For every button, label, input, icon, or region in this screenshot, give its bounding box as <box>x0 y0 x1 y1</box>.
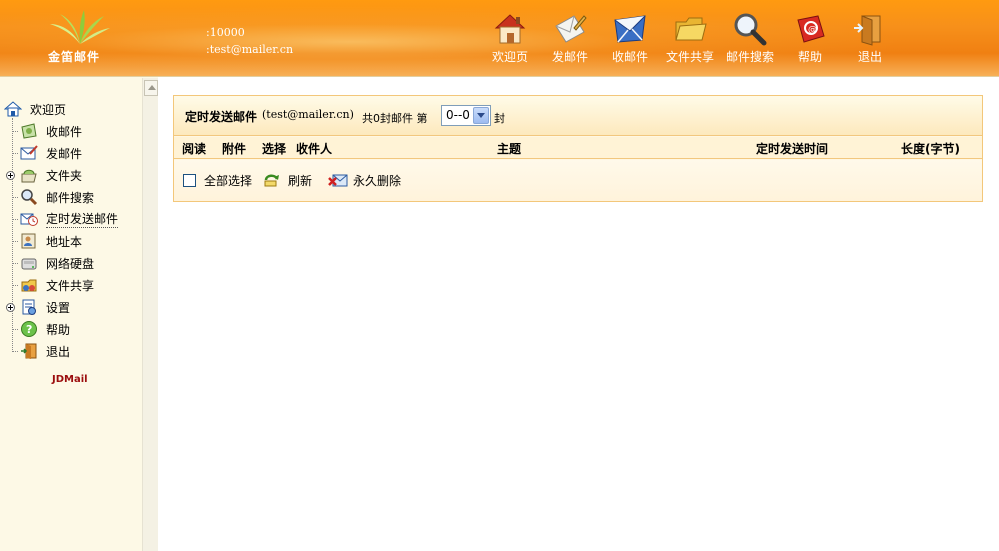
sidebar-item-inbox[interactable]: 收邮件 <box>20 120 82 142</box>
sidebar-item-label: 退出 <box>46 344 71 359</box>
exit-icon <box>852 12 888 46</box>
delete-mail-icon <box>328 173 348 188</box>
tree-branch <box>12 131 18 132</box>
sidebar-item-network-drive[interactable]: 网络硬盘 <box>20 252 94 274</box>
folder-icon <box>20 166 38 184</box>
tree-branch <box>12 351 18 352</box>
svg-text:@: @ <box>808 25 817 35</box>
page-select-value: 0--0 <box>446 108 470 122</box>
select-all-checkbox[interactable]: 全部选择 <box>183 172 252 189</box>
tree-branch <box>12 285 18 286</box>
tree-branch <box>12 263 18 264</box>
search-icon <box>732 12 768 46</box>
column-header-row: 阅读 附件 选择 收件人 主题 定时发送时间 长度(字节) <box>174 137 982 159</box>
footer-brand: JDMail <box>52 374 88 385</box>
refresh-icon <box>263 173 281 188</box>
user-info: :10000 :test@mailer.cn <box>206 24 293 58</box>
network-drive-icon <box>20 254 38 272</box>
expand-folders-icon[interactable] <box>6 171 15 180</box>
top-header: 金笛邮件 :10000 :test@mailer.cn 欢迎页 发邮件 收邮件 … <box>0 0 999 76</box>
file-share-icon <box>20 276 38 294</box>
action-bar: 全部选择 刷新 永久删除 <box>174 160 982 201</box>
sidebar-item-label: 定时发送邮件 <box>46 212 119 228</box>
column-select[interactable]: 选择 <box>262 140 286 157</box>
sidebar-item-compose[interactable]: 发邮件 <box>20 142 82 164</box>
svg-text:?: ? <box>26 323 32 336</box>
sidebar-item-label: 帮助 <box>46 322 71 337</box>
tree-branch <box>12 219 18 220</box>
delete-permanently-button[interactable]: 永久删除 <box>328 172 401 189</box>
sidebar-item-label: 欢迎页 <box>30 102 67 117</box>
user-id: :10000 <box>206 26 245 39</box>
sidebar-item-welcome[interactable]: 欢迎页 <box>3 98 67 120</box>
help-book-icon: @ <box>792 12 828 46</box>
sidebar-item-scheduled-mail[interactable]: 定时发送邮件 <box>20 208 119 230</box>
logo-text: 金笛邮件 <box>48 50 101 64</box>
sidebar-item-folders[interactable]: 文件夹 <box>20 164 82 186</box>
delete-label: 永久删除 <box>353 174 402 188</box>
address-book-icon <box>20 232 38 250</box>
user-email: :test@mailer.cn <box>206 43 294 56</box>
page-select[interactable]: 0--0 <box>441 105 491 126</box>
tree-branch <box>12 197 18 198</box>
checkbox[interactable] <box>183 174 196 187</box>
sidebar-item-label: 发邮件 <box>46 146 83 161</box>
mail-count: 共0封邮件 第 <box>362 112 428 125</box>
sidebar-item-label: 设置 <box>46 300 71 315</box>
sidebar-item-label: 网络硬盘 <box>46 256 95 271</box>
column-subject[interactable]: 主题 <box>497 140 521 157</box>
sidebar-item-help[interactable]: ? 帮助 <box>20 318 70 340</box>
sidebar-item-label: 文件夹 <box>46 168 83 183</box>
expand-settings-icon[interactable] <box>6 303 15 312</box>
sidebar-item-label: 收邮件 <box>46 124 83 139</box>
select-all-label: 全部选择 <box>204 174 253 188</box>
sidebar-scrollbar[interactable] <box>142 78 158 551</box>
home-icon <box>492 12 528 46</box>
tree-branch <box>12 153 18 154</box>
chevron-down-icon[interactable] <box>473 107 489 124</box>
sidebar-item-mail-search[interactable]: 邮件搜索 <box>20 186 94 208</box>
sidebar-item-label: 邮件搜索 <box>46 190 95 205</box>
panel-account: (test@mailer.cn) <box>262 108 354 121</box>
column-send-time[interactable]: 定时发送时间 <box>756 140 828 157</box>
search-icon <box>20 188 38 206</box>
nav-exit-label: 退出 <box>857 50 882 64</box>
sidebar-item-label: 文件共享 <box>46 278 95 293</box>
refresh-label: 刷新 <box>288 174 313 188</box>
sidebar-item-address-book[interactable]: 地址本 <box>20 230 82 252</box>
top-nav: 欢迎页 发邮件 收邮件 文件共享 邮件搜索 @ 帮助 退出 <box>480 10 900 72</box>
sidebar-item-label: 地址本 <box>46 234 83 249</box>
help-icon: ? <box>20 320 38 338</box>
inbox-icon <box>612 12 648 46</box>
column-recipient[interactable]: 收件人 <box>296 140 332 157</box>
tree-branch <box>12 329 18 330</box>
panel-title: 定时发送邮件 <box>185 110 258 124</box>
home-icon <box>3 100 23 118</box>
panel-header: 定时发送邮件 (test@mailer.cn) 共0封邮件 第 0--0 封 <box>174 96 982 136</box>
column-size[interactable]: 长度(字节) <box>901 140 960 157</box>
sidebar-item-logout[interactable]: 退出 <box>20 340 70 362</box>
exit-icon <box>20 342 38 360</box>
logo: 金笛邮件 <box>44 10 114 70</box>
scheduled-mail-icon <box>20 210 38 228</box>
inbox-icon <box>20 122 38 140</box>
leaf-logo-icon <box>50 10 110 44</box>
compose-icon <box>20 144 38 162</box>
sidebar-item-settings[interactable]: 设置 <box>20 296 70 318</box>
folder-share-icon <box>672 12 708 46</box>
scheduled-mail-panel: 定时发送邮件 (test@mailer.cn) 共0封邮件 第 0--0 封 阅… <box>173 95 983 202</box>
nav-exit[interactable]: 退出 <box>840 10 900 72</box>
column-read[interactable]: 阅读 <box>182 140 206 157</box>
sidebar-item-file-share[interactable]: 文件共享 <box>20 274 94 296</box>
tree-branch <box>12 241 18 242</box>
scroll-up-arrow-icon[interactable] <box>144 80 158 96</box>
refresh-button[interactable]: 刷新 <box>263 172 312 189</box>
settings-icon <box>20 298 38 316</box>
compose-icon <box>552 12 588 46</box>
column-attachment[interactable]: 附件 <box>222 140 246 157</box>
page-unit: 封 <box>494 112 505 125</box>
